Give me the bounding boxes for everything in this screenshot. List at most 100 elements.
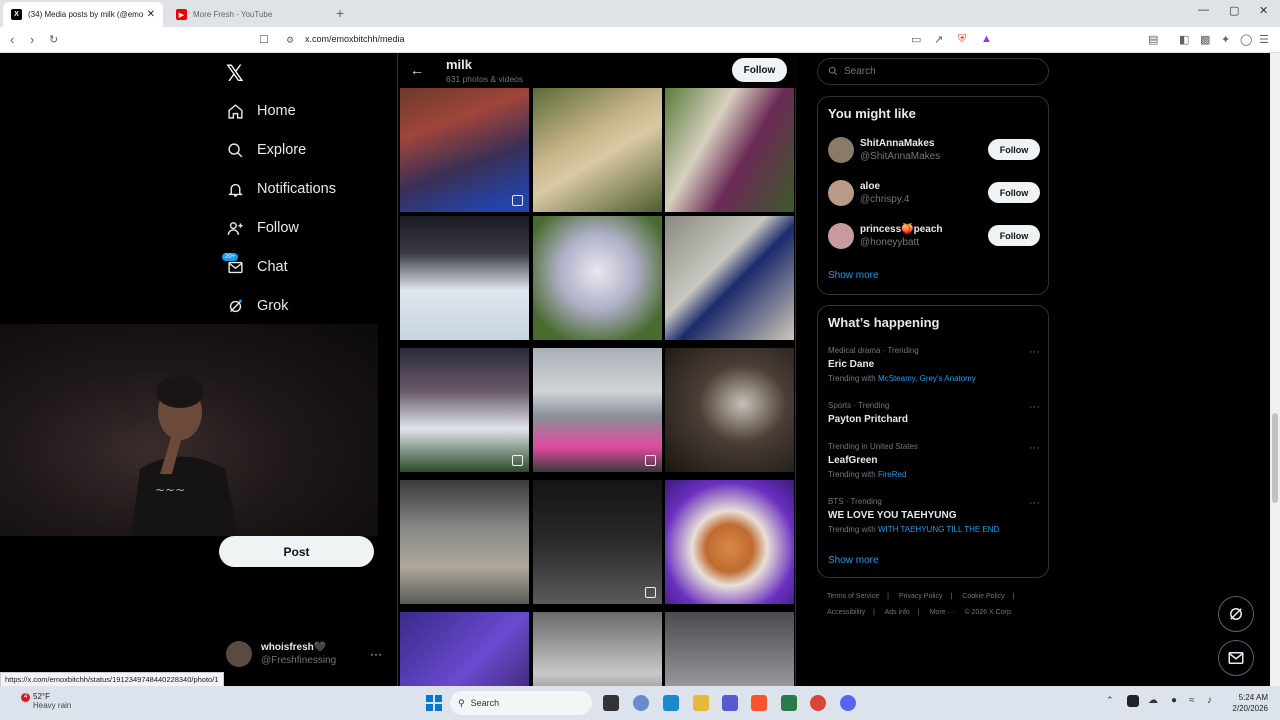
cast-icon[interactable]: ▭ bbox=[911, 33, 921, 46]
media-tile[interactable] bbox=[400, 480, 529, 604]
footer-link[interactable]: Privacy Policy bbox=[899, 593, 943, 600]
vpn-icon[interactable]: ◯ bbox=[1240, 33, 1252, 46]
media-tile[interactable] bbox=[400, 216, 529, 340]
taskbar-search[interactable]: ⚲ Search bbox=[450, 691, 592, 715]
minimize-button[interactable]: — bbox=[1198, 4, 1209, 16]
media-tile[interactable] bbox=[533, 88, 662, 212]
grok-fab-icon[interactable] bbox=[1218, 596, 1254, 632]
suggested-user[interactable]: aloe @chrispy.4 Follow bbox=[828, 180, 1040, 206]
store-icon[interactable] bbox=[663, 695, 679, 711]
media-tile[interactable] bbox=[533, 480, 662, 604]
media-tile[interactable] bbox=[533, 348, 662, 472]
follow-button[interactable]: Follow bbox=[988, 139, 1040, 160]
media-tile[interactable] bbox=[665, 480, 794, 604]
trend-link[interactable]: McSteamy, Grey's Anatomy bbox=[878, 374, 976, 383]
back-arrow-icon[interactable]: ← bbox=[410, 62, 424, 78]
close-window-button[interactable]: ✕ bbox=[1259, 4, 1268, 17]
show-more-link[interactable]: Show more bbox=[828, 270, 879, 281]
back-arrow-icon[interactable]: ‹ bbox=[10, 32, 14, 47]
weather-widget[interactable]: 4 52°F Heavy rain bbox=[20, 692, 71, 710]
nav-chat[interactable]: 20+ Chat bbox=[222, 253, 288, 279]
nav-follow[interactable]: Follow bbox=[226, 216, 299, 240]
wallet-icon[interactable]: ▩ bbox=[1200, 33, 1210, 46]
tab-youtube[interactable]: ▶ More Fresh - YouTube bbox=[168, 2, 328, 27]
show-more-link[interactable]: Show more bbox=[828, 555, 879, 566]
share-icon[interactable]: ↗ bbox=[934, 33, 943, 46]
menu-icon[interactable]: ☰ bbox=[1259, 33, 1269, 46]
copilot-icon[interactable] bbox=[633, 695, 649, 711]
brave-shield-icon[interactable]: ⛨ bbox=[958, 33, 966, 46]
nav-grok[interactable]: Grok bbox=[226, 294, 288, 318]
nav-home[interactable]: Home bbox=[226, 99, 296, 123]
xbox-icon[interactable] bbox=[781, 695, 797, 711]
chevron-up-icon[interactable]: ⌃ bbox=[1106, 695, 1122, 711]
tray-app-icon[interactable] bbox=[1127, 695, 1139, 707]
footer-link[interactable]: More ··· bbox=[930, 609, 955, 616]
more-icon[interactable]: ··· bbox=[1029, 497, 1040, 509]
nav-explore[interactable]: Explore bbox=[226, 138, 306, 162]
microphone-icon[interactable]: ● bbox=[1171, 695, 1187, 711]
bookmark-icon[interactable]: ☐ bbox=[259, 33, 269, 46]
discord-icon[interactable] bbox=[840, 695, 856, 711]
trend-item[interactable]: Medical drama · Trending Eric Dane Trend… bbox=[828, 346, 1040, 383]
media-tile[interactable] bbox=[533, 612, 662, 686]
footer-link[interactable]: Terms of Service bbox=[827, 593, 879, 600]
tab-x-media[interactable]: X (34) Media posts by milk (@emo ✕ bbox=[3, 2, 163, 27]
footer-link[interactable]: Ads info bbox=[885, 609, 910, 616]
sidebar-icon[interactable]: ◧ bbox=[1179, 33, 1189, 46]
media-tile[interactable] bbox=[400, 612, 529, 686]
footer-link[interactable]: Accessibility bbox=[827, 609, 865, 616]
media-tile[interactable] bbox=[400, 348, 529, 472]
follow-button[interactable]: Follow bbox=[732, 58, 787, 82]
more-icon[interactable]: ··· bbox=[1029, 346, 1040, 358]
trend-link[interactable]: WITH TAEHYUNG TILL THE END bbox=[878, 525, 999, 534]
tab-close-icon[interactable]: ✕ bbox=[147, 9, 155, 20]
maximize-button[interactable]: ▢ bbox=[1229, 4, 1239, 17]
more-icon[interactable]: ··· bbox=[1029, 401, 1040, 413]
footer-link[interactable]: Cookie Policy bbox=[962, 593, 1004, 600]
page-scrollbar[interactable] bbox=[1270, 53, 1280, 686]
tabs-icon[interactable]: ▤ bbox=[1148, 33, 1158, 46]
trend-item[interactable]: BTS · Trending WE LOVE YOU TAEHYUNG Tren… bbox=[828, 497, 1040, 534]
leo-ai-icon[interactable]: ✦ bbox=[1221, 33, 1230, 46]
chrome-icon[interactable] bbox=[810, 695, 826, 711]
brave-icon[interactable] bbox=[751, 695, 767, 711]
nav-notifications[interactable]: Notifications bbox=[226, 177, 336, 201]
file-explorer-icon[interactable] bbox=[693, 695, 709, 711]
media-tile[interactable] bbox=[665, 216, 794, 340]
cloud-icon[interactable]: ☁ bbox=[1148, 695, 1164, 711]
follow-button[interactable]: Follow bbox=[988, 182, 1040, 203]
url-field[interactable]: x.com/emoxbitchh/media bbox=[305, 34, 405, 44]
media-tile[interactable] bbox=[533, 216, 662, 340]
site-info-icon[interactable]: ⚙ bbox=[286, 35, 294, 46]
media-tile[interactable] bbox=[665, 612, 794, 686]
messages-fab-icon[interactable] bbox=[1218, 640, 1254, 676]
trend-item[interactable]: Sports · Trending Payton Pritchard ··· bbox=[828, 401, 1040, 425]
suggested-user[interactable]: ShitAnnaMakes @ShitAnnaMakes Follow bbox=[828, 137, 1040, 163]
media-tile[interactable] bbox=[400, 88, 529, 212]
trend-item[interactable]: Trending in United States LeafGreen Tren… bbox=[828, 442, 1040, 479]
media-tile[interactable] bbox=[665, 88, 794, 212]
search-input[interactable] bbox=[844, 66, 1034, 77]
media-tile[interactable] bbox=[665, 348, 794, 472]
system-clock[interactable]: 5:24 AM 2/20/2026 bbox=[1228, 693, 1268, 713]
account-switcher[interactable]: whoisfresh🖤 @Freshfinessing bbox=[226, 641, 336, 667]
wifi-icon[interactable]: ≈ bbox=[1189, 695, 1205, 711]
more-icon[interactable]: ··· bbox=[1029, 442, 1040, 454]
trend-link[interactable]: FireRed bbox=[878, 470, 906, 479]
more-icon[interactable]: ··· bbox=[370, 647, 382, 661]
windows-start-icon[interactable] bbox=[426, 695, 442, 711]
search-box[interactable] bbox=[817, 58, 1049, 85]
volume-icon[interactable]: ♪ bbox=[1207, 695, 1223, 711]
scrollbar-thumb[interactable] bbox=[1272, 413, 1278, 503]
task-view-icon[interactable] bbox=[603, 695, 619, 711]
follow-button[interactable]: Follow bbox=[988, 225, 1040, 246]
brave-rewards-icon[interactable]: ▲ bbox=[981, 33, 992, 45]
post-button[interactable]: Post bbox=[219, 536, 374, 567]
reload-icon[interactable]: ↻ bbox=[49, 33, 58, 46]
suggested-user[interactable]: princess🍑peach @honeyybatt Follow bbox=[828, 223, 1040, 249]
x-logo[interactable]: 𝕏 bbox=[226, 61, 244, 87]
new-tab-button[interactable]: + bbox=[336, 5, 344, 21]
forward-arrow-icon[interactable]: › bbox=[30, 32, 34, 47]
teams-icon[interactable] bbox=[722, 695, 738, 711]
